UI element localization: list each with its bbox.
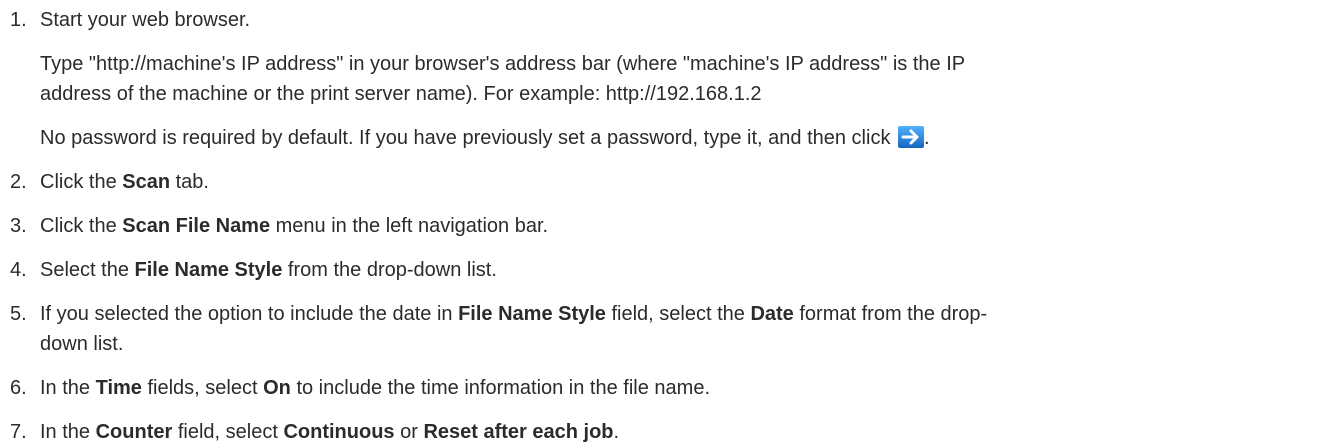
text-segment: field, select the bbox=[605, 303, 751, 325]
step-number: 5. bbox=[10, 303, 27, 325]
ui-term-reset-after-each-job: Reset after each job bbox=[423, 421, 614, 443]
text-segment: format from the drop- bbox=[793, 303, 988, 325]
ui-term-time: Time bbox=[95, 377, 142, 399]
text-segment: If you selected the option to include th… bbox=[40, 303, 459, 325]
text-segment: In the bbox=[40, 421, 96, 443]
ui-term-scan-file-name: Scan File Name bbox=[122, 215, 271, 237]
text-segment: to include the time information in the f… bbox=[290, 377, 711, 399]
text-segment: from the drop-down list. bbox=[282, 259, 497, 281]
text-segment: Select the bbox=[40, 259, 135, 281]
text-segment: or bbox=[394, 421, 424, 443]
text-segment: menu in the left navigation bar. bbox=[270, 215, 549, 237]
step-1-paragraph-2: No password is required by default. If y… bbox=[40, 123, 1308, 153]
step-text: In the Counter field, select Continuous … bbox=[40, 417, 1308, 447]
ui-term-file-name-style: File Name Style bbox=[134, 259, 283, 281]
step-number: 7. bbox=[10, 421, 27, 443]
step-1-paragraph-1: Type "http://machine's IP address" in yo… bbox=[40, 49, 1308, 109]
step-text: Click the Scan File Name menu in the lef… bbox=[40, 211, 1308, 241]
step-number: 1. bbox=[10, 9, 27, 31]
step-number: 2. bbox=[10, 171, 27, 193]
paragraph-line: Type "http://machine's IP address" in yo… bbox=[40, 53, 966, 75]
text-segment: Click the bbox=[40, 171, 123, 193]
text-segment: tab. bbox=[170, 171, 209, 193]
step-text: Start your web browser. bbox=[40, 9, 251, 31]
ui-term-continuous: Continuous bbox=[283, 421, 395, 443]
text-segment: . bbox=[613, 421, 620, 443]
text-segment: Click the bbox=[40, 215, 123, 237]
paragraph-line: address of the machine or the print serv… bbox=[40, 83, 762, 105]
text-segment: fields, select bbox=[141, 377, 264, 399]
text-segment: field, select bbox=[172, 421, 284, 443]
step-text: Select the File Name Style from the drop… bbox=[40, 255, 1308, 285]
text-segment: down list. bbox=[40, 333, 124, 355]
blue-arrow-right-icon bbox=[898, 126, 924, 148]
paragraph-text-end: . bbox=[924, 127, 930, 149]
ui-term-file-name-style: File Name Style bbox=[458, 303, 606, 325]
ui-term-counter: Counter bbox=[95, 421, 173, 443]
paragraph-text: No password is required by default. If y… bbox=[40, 127, 896, 149]
step-number: 3. bbox=[10, 215, 27, 237]
ui-term-date: Date bbox=[750, 303, 794, 325]
step-number: 4. bbox=[10, 259, 27, 281]
text-segment: In the bbox=[40, 377, 96, 399]
ui-term-scan: Scan bbox=[122, 171, 171, 193]
ui-term-on: On bbox=[263, 377, 291, 399]
step-text: If you selected the option to include th… bbox=[40, 299, 1308, 359]
step-text: In the Time fields, select On to include… bbox=[40, 373, 1308, 403]
step-number: 6. bbox=[10, 377, 27, 399]
step-text: Click the Scan tab. bbox=[40, 167, 1308, 197]
